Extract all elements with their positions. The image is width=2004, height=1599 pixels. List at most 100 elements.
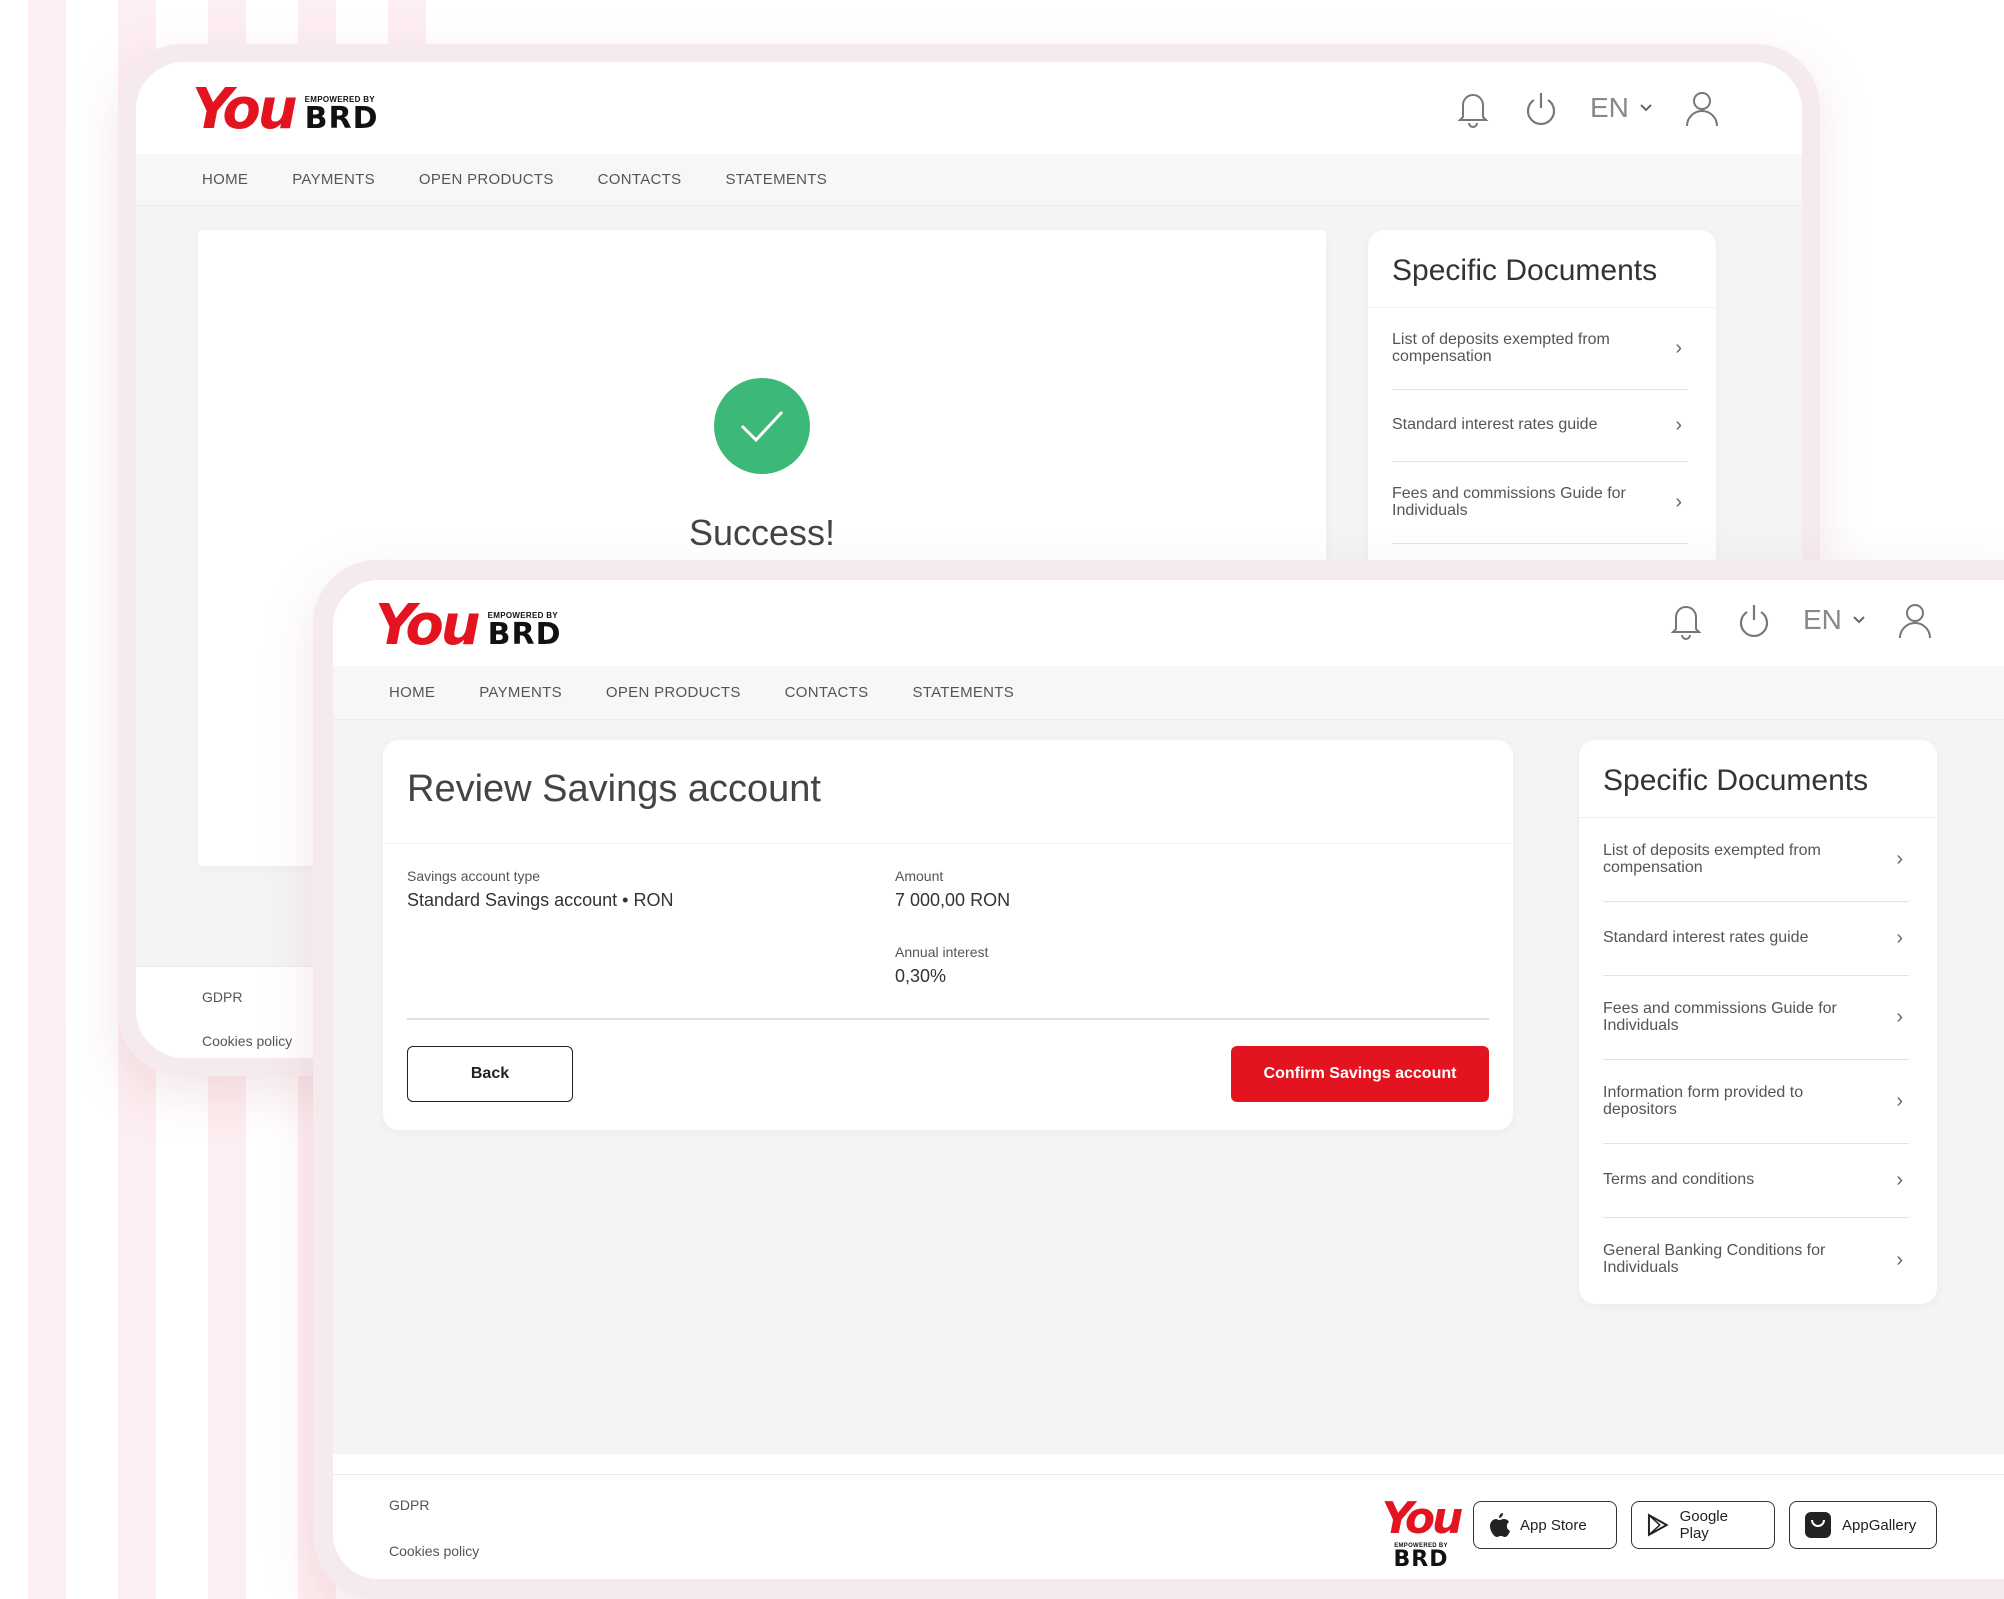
document-label: Fees and commissions Guide for Individua… <box>1392 484 1626 519</box>
main-nav: HOME PAYMENTS OPEN PRODUCTS CONTACTS STA… <box>333 666 2004 720</box>
language-selector[interactable]: EN <box>1803 604 1866 636</box>
document-label: Standard interest rates guide <box>1392 416 1598 434</box>
main-nav: HOME PAYMENTS OPEN PRODUCTS CONTACTS STA… <box>136 154 1802 206</box>
review-card: Review Savings account Savings account t… <box>383 740 1513 1130</box>
chevron-right-icon: › <box>1675 491 1682 513</box>
amount-label: Amount <box>895 868 944 884</box>
document-label: List of deposits exempted from compensat… <box>1392 330 1610 365</box>
app-gallery-label: AppGallery <box>1842 1516 1917 1534</box>
document-label: General Banking Conditions for Individua… <box>1603 1242 1826 1276</box>
chevron-right-icon: › <box>1896 1169 1903 1191</box>
tablet-review: You EMPOWERED BY BRD EN HOME PAYMENTS OP… <box>313 560 2004 1599</box>
logo-brd: BRD <box>487 617 562 652</box>
nav-home[interactable]: HOME <box>389 684 435 701</box>
language-label: EN <box>1590 92 1629 123</box>
documents-panel: Specific Documents List of deposits exem… <box>1579 740 1937 1304</box>
chevron-down-icon <box>1640 104 1652 112</box>
amount-value: 7 000,00 RON <box>895 890 1011 910</box>
chevron-right-icon: › <box>1896 1248 1903 1271</box>
chevron-right-icon: › <box>1675 337 1682 359</box>
brand-logo[interactable]: You EMPOWERED BY BRD <box>375 598 562 654</box>
logo-you: You <box>192 77 298 142</box>
document-label: Terms and conditions <box>1603 1171 1755 1189</box>
document-label: Fees and commissions Guide for Individua… <box>1603 999 1837 1034</box>
footer: GDPR Cookies policy You EMPOWERED BY BRD… <box>333 1474 2004 1579</box>
header: You EMPOWERED BY BRD EN <box>136 62 1802 154</box>
nav-statements[interactable]: STATEMENTS <box>725 171 827 188</box>
account-type-field: Savings account type Standard Savings ac… <box>407 868 673 911</box>
google-play-label: Google Play <box>1679 1508 1728 1542</box>
play-icon <box>1647 1513 1669 1537</box>
chevron-right-icon: › <box>1896 848 1903 870</box>
review-title: Review Savings account <box>383 740 1513 844</box>
document-link[interactable]: Fees and commissions Guide for Individua… <box>1392 462 1688 544</box>
language-selector[interactable]: EN <box>1590 92 1653 124</box>
chevron-right-icon: › <box>1896 1006 1903 1028</box>
brand-logo[interactable]: You EMPOWERED BY BRD <box>192 82 379 138</box>
power-icon[interactable] <box>1735 600 1773 640</box>
interest-label: Annual interest <box>895 944 989 960</box>
success-check-icon <box>714 378 810 474</box>
footer-logo: You EMPOWERED BY BRD <box>1381 1493 1464 1572</box>
document-link[interactable]: List of deposits exempted from compensat… <box>1392 308 1688 390</box>
language-label: EN <box>1803 604 1842 635</box>
documents-title: Specific Documents <box>1579 740 1937 818</box>
document-link[interactable]: Standard interest rates guide › <box>1603 902 1909 976</box>
document-link[interactable]: Standard interest rates guide › <box>1392 390 1688 462</box>
documents-title: Specific Documents <box>1368 230 1716 308</box>
nav-open-products[interactable]: OPEN PRODUCTS <box>606 684 741 701</box>
bell-icon[interactable] <box>1667 600 1705 640</box>
documents-list: List of deposits exempted from compensat… <box>1368 308 1716 544</box>
cookies-policy-link[interactable]: Cookies policy <box>202 1033 292 1049</box>
document-label: Information form provided to depositors <box>1603 1083 1804 1118</box>
document-link[interactable]: List of deposits exempted from compensat… <box>1603 818 1909 902</box>
review-screen: You EMPOWERED BY BRD EN HOME PAYMENTS OP… <box>333 580 2004 1579</box>
interest-value: 0,30% <box>895 966 947 986</box>
background-stripe <box>28 0 66 1599</box>
app-store-label: App Store <box>1520 1516 1587 1534</box>
chevron-right-icon: › <box>1896 1090 1903 1112</box>
document-link[interactable]: Fees and commissions Guide for Individua… <box>1603 976 1909 1060</box>
logo-brd: BRD <box>304 101 379 136</box>
huawei-bag-icon <box>1805 1512 1831 1538</box>
logo-you: You <box>1381 1493 1464 1544</box>
nav-payments[interactable]: PAYMENTS <box>479 684 562 701</box>
document-link[interactable]: General Banking Conditions for Individua… <box>1603 1218 1909 1302</box>
document-label: List of deposits exempted from compensat… <box>1603 841 1821 876</box>
user-icon[interactable] <box>1683 88 1721 128</box>
documents-list: List of deposits exempted from compensat… <box>1579 818 1937 1302</box>
nav-statements[interactable]: STATEMENTS <box>912 684 1014 701</box>
nav-open-products[interactable]: OPEN PRODUCTS <box>419 171 554 188</box>
header: You EMPOWERED BY BRD EN <box>333 580 2004 666</box>
divider <box>407 1018 1489 1020</box>
google-play-button[interactable]: Google Play <box>1631 1501 1775 1549</box>
chevron-down-icon <box>1853 616 1865 624</box>
app-store-button[interactable]: App Store <box>1473 1501 1617 1549</box>
logo-brd: BRD <box>1393 1547 1449 1572</box>
account-type-value: Standard Savings account • RON <box>407 890 674 910</box>
nav-contacts[interactable]: CONTACTS <box>598 171 682 188</box>
user-icon[interactable] <box>1896 600 1934 640</box>
power-icon[interactable] <box>1522 88 1560 128</box>
header-actions: EN <box>1667 600 1934 640</box>
chevron-right-icon: › <box>1675 414 1682 436</box>
apple-icon <box>1490 1513 1510 1537</box>
logo-you: You <box>375 593 481 658</box>
document-label: Standard interest rates guide <box>1603 929 1809 947</box>
document-link[interactable]: Terms and conditions › <box>1603 1144 1909 1218</box>
cookies-policy-link[interactable]: Cookies policy <box>389 1543 479 1559</box>
nav-contacts[interactable]: CONTACTS <box>785 684 869 701</box>
app-gallery-button[interactable]: AppGallery <box>1789 1501 1937 1549</box>
nav-home[interactable]: HOME <box>202 171 248 188</box>
header-actions: EN <box>1454 88 1721 128</box>
confirm-savings-button[interactable]: Confirm Savings account <box>1231 1046 1489 1102</box>
account-type-label: Savings account type <box>407 868 541 884</box>
document-link[interactable]: Information form provided to depositors … <box>1603 1060 1909 1144</box>
bell-icon[interactable] <box>1454 88 1492 128</box>
nav-payments[interactable]: PAYMENTS <box>292 171 375 188</box>
back-button[interactable]: Back <box>407 1046 573 1102</box>
interest-field: Annual interest 0,30% <box>895 944 988 987</box>
amount-field: Amount 7 000,00 RON <box>895 868 1010 911</box>
gdpr-link[interactable]: GDPR <box>202 989 242 1005</box>
gdpr-link[interactable]: GDPR <box>389 1497 429 1513</box>
